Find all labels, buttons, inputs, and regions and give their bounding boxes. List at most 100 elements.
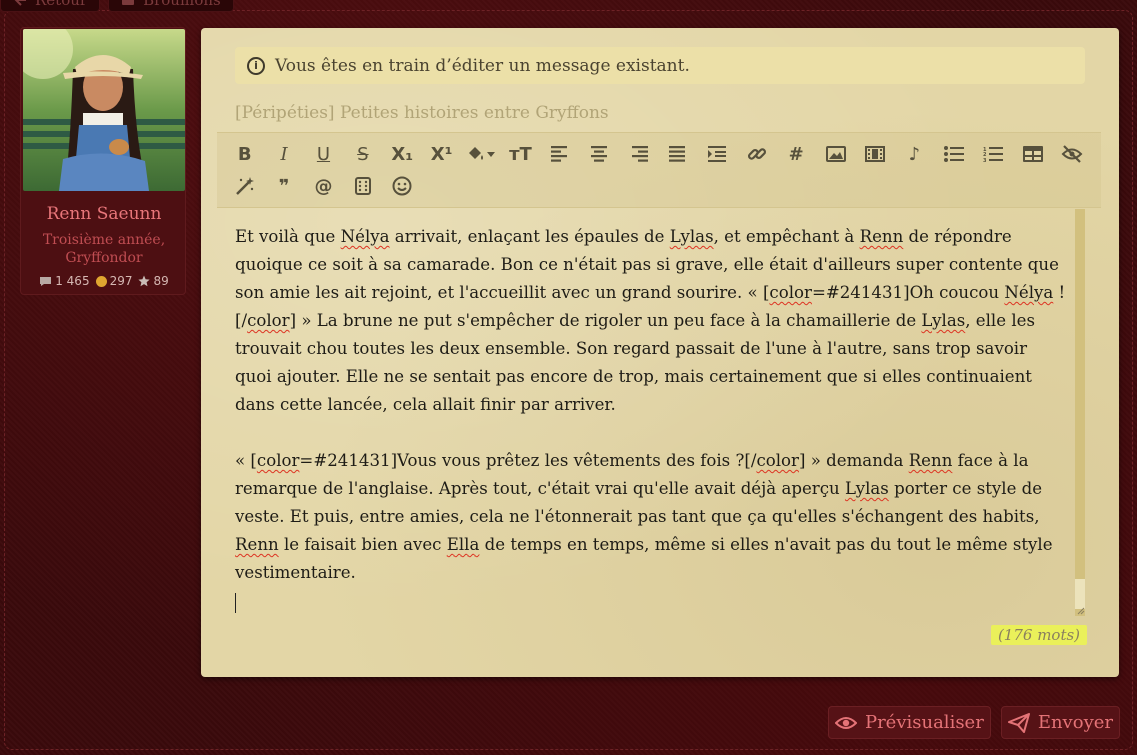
font-size-icon[interactable]: ᴛT (501, 141, 540, 167)
arrow-left-icon (14, 0, 26, 6)
mention-icon[interactable]: @ (304, 173, 343, 199)
misspelled-word: Nélya (1004, 283, 1054, 302)
misspelled-word: color (756, 451, 799, 470)
preview-button-label: Prévisualiser (864, 712, 984, 733)
text-run: Et voilà que (235, 227, 341, 246)
eye-icon (834, 716, 857, 729)
smiley-icon[interactable] (383, 173, 422, 199)
quote-glyph: ❞ (278, 175, 290, 197)
stars-stat: 89 (138, 274, 169, 288)
hashtag-glyph: # (788, 143, 804, 165)
video-icon[interactable] (855, 141, 894, 167)
text-run: arrivait, enlaçant les épaules de (389, 227, 670, 246)
magic-wand-icon[interactable] (225, 173, 264, 199)
preview-button[interactable]: Prévisualiser (827, 706, 991, 739)
hide-icon[interactable] (1052, 141, 1091, 167)
profile-name[interactable]: Renn Saeunn (21, 204, 187, 224)
avatar[interactable] (23, 29, 185, 191)
misspelled-word: color (256, 451, 300, 470)
profile-rank: Troisième année, Gryffondor (42, 232, 166, 266)
back-tab[interactable]: Retour (0, 0, 101, 12)
italic-icon[interactable]: I (264, 141, 303, 167)
back-tab-label: Retour (35, 0, 88, 9)
top-tabs: Retour Brouillons (0, 0, 234, 12)
resize-handle-icon[interactable] (1075, 605, 1085, 615)
toolbar: B I U S X₁ X¹ ᴛT # ♪ 1 2 3 ❞ @ (217, 132, 1101, 208)
star-icon (138, 275, 151, 287)
misspelled-word: Renn (908, 451, 953, 470)
align-right-icon[interactable] (619, 141, 658, 167)
paper-plane-icon (1007, 712, 1030, 733)
editor-panel: i Vous êtes en train d’éditer un message… (201, 28, 1119, 677)
misspelled-word: Renn (859, 227, 904, 246)
action-bar: Prévisualiser Envoyer (827, 706, 1120, 739)
text-run: « [ (235, 451, 257, 470)
word-count: (176 mots) (991, 625, 1087, 645)
strikethrough-glyph: S (357, 143, 369, 165)
message-paragraph-1: Et voilà que Nélya arrivait, enlaçant le… (235, 223, 1067, 419)
misspelled-word: color (247, 311, 290, 330)
misspelled-word: Lylas (844, 479, 889, 498)
font-size-glyph: ᴛT (509, 143, 532, 165)
numbered-list-icon[interactable]: 123 (973, 141, 1012, 167)
text-run: ] » demanda (798, 451, 909, 470)
coins-stat: 297 (95, 274, 133, 288)
profile-stats: 1 465 297 89 (21, 274, 187, 288)
align-justify-icon[interactable] (658, 141, 697, 167)
strikethrough-icon[interactable]: S (343, 141, 382, 167)
message-paragraph-2: « [color=#241431]Vous vous prêtez les vê… (235, 447, 1067, 587)
misspelled-word: Lylas (921, 311, 966, 330)
text-run: ] » La brune ne put s'empêcher de rigole… (289, 311, 922, 330)
misspelled-word: color (769, 283, 812, 302)
svg-text:3: 3 (983, 158, 987, 162)
messages-count: 1 465 (55, 274, 90, 288)
misspelled-word: Nélya (340, 227, 390, 246)
edit-notice-text: Vous êtes en train d’éditer un message e… (275, 55, 690, 76)
text-caret (235, 593, 236, 613)
link-icon[interactable] (737, 141, 776, 167)
send-button-label: Envoyer (1037, 712, 1113, 733)
textarea-scrollbar[interactable] (1075, 209, 1085, 616)
misspelled-word: Lylas (669, 227, 714, 246)
profile-card: Renn Saeunn Troisième année, Gryffondor … (20, 27, 186, 295)
subscript-icon[interactable]: X₁ (383, 141, 422, 167)
align-left-icon[interactable] (540, 141, 579, 167)
text-run: =#241431]Oh coucou (811, 283, 1005, 302)
subject-field[interactable] (235, 101, 1085, 125)
text-run: le faisait bien avec (278, 535, 447, 554)
mention-glyph: @ (314, 175, 333, 197)
drafts-icon (122, 0, 135, 5)
bold-icon[interactable]: B (225, 141, 264, 167)
superscript-icon[interactable]: X¹ (422, 141, 461, 167)
misspelled-word: Renn (235, 535, 279, 554)
superscript-glyph: X¹ (430, 143, 453, 165)
indent-icon[interactable] (698, 141, 737, 167)
underline-icon[interactable]: U (304, 141, 343, 167)
info-icon: i (247, 56, 265, 75)
edit-notice: i Vous êtes en train d’éditer un message… (235, 47, 1085, 84)
drafts-tab-label: Brouillons (143, 0, 221, 9)
align-center-icon[interactable] (580, 141, 619, 167)
bold-glyph: B (237, 143, 252, 165)
fill-color-icon[interactable] (461, 141, 500, 167)
quote-icon[interactable]: ❞ (264, 173, 303, 199)
drafts-tab[interactable]: Brouillons (108, 0, 234, 12)
stars-count: 89 (153, 274, 169, 288)
send-button[interactable]: Envoyer (1000, 706, 1120, 739)
messages-stat: 1 465 (39, 274, 90, 288)
speech-bubble-icon (40, 276, 52, 286)
music-icon[interactable]: ♪ (895, 141, 934, 167)
image-icon[interactable] (816, 141, 855, 167)
hashtag-icon[interactable]: # (776, 141, 815, 167)
table-icon[interactable] (1013, 141, 1052, 167)
underline-glyph: U (316, 143, 331, 165)
italic-glyph: I (280, 143, 288, 165)
message-textarea[interactable]: Et voilà que Nélya arrivait, enlaçant le… (217, 209, 1085, 616)
text-run: =#241431]Vous vous prêtez les vêtements … (299, 451, 757, 470)
text-run: , et empêchant à (713, 227, 860, 246)
misspelled-word: Ella (446, 535, 480, 554)
dice-icon[interactable] (343, 173, 382, 199)
bullet-list-icon[interactable] (934, 141, 973, 167)
music-glyph: ♪ (908, 143, 921, 165)
coins-count: 297 (109, 274, 133, 288)
